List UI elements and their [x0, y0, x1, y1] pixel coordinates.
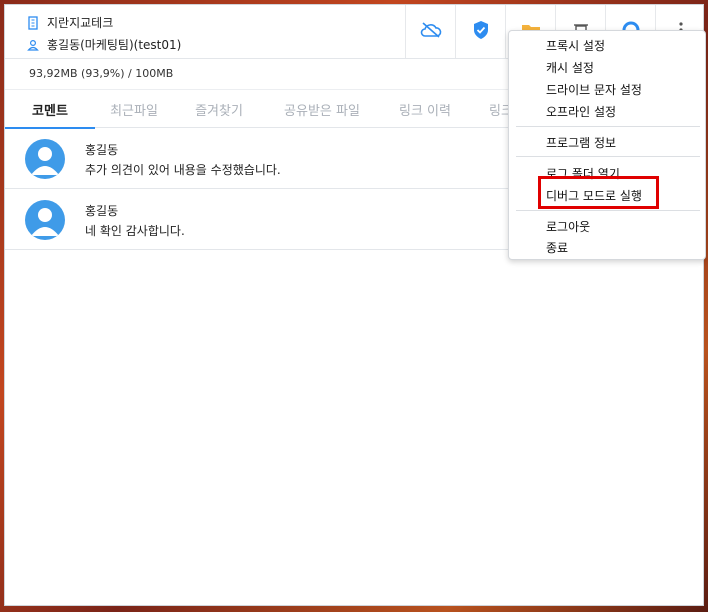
tab-recent-files[interactable]: 최근파일: [95, 90, 173, 128]
menu-separator: [516, 210, 700, 211]
menu-item-proxy-settings[interactable]: 프록시 설정: [546, 37, 605, 54]
comment-author: 홍길동: [85, 204, 119, 218]
cloud-off-icon: [420, 22, 442, 41]
security-button[interactable]: [455, 5, 505, 58]
user-name: 홍길동(마케팅팀)(test01): [47, 38, 182, 52]
menu-item-offline-settings[interactable]: 오프라인 설정: [546, 103, 616, 120]
menu-item-drive-letter-settings[interactable]: 드라이브 문자 설정: [546, 81, 642, 98]
more-menu: 프록시 설정 캐시 설정 드라이브 문자 설정 오프라인 설정 프로그램 정보 …: [508, 30, 706, 260]
company-name: 지란지교테크: [47, 16, 114, 30]
user-line: 홍길동(마케팅팀)(test01): [27, 36, 181, 53]
debug-mode-highlight: [538, 176, 659, 209]
user-icon: [27, 38, 39, 52]
comment-author: 홍길동: [85, 143, 119, 157]
menu-item-cache-settings[interactable]: 캐시 설정: [546, 59, 594, 76]
avatar: [25, 200, 65, 240]
tab-link-history[interactable]: 링크 이력: [379, 90, 471, 128]
comment-text: 추가 의견이 있어 내용을 수정했습니다.: [85, 163, 281, 177]
menu-item-program-info[interactable]: 프로그램 정보: [546, 134, 616, 151]
cloud-off-button[interactable]: [405, 5, 455, 58]
comment-text: 네 확인 감사합니다.: [85, 224, 185, 238]
storage-usage: 93,92MB (93,9%) / 100MB: [29, 67, 174, 80]
tab-shared-files[interactable]: 공유받은 파일: [265, 90, 379, 128]
tab-favorites[interactable]: 즐겨찾기: [173, 90, 265, 128]
company-line: 지란지교테크: [27, 14, 113, 31]
building-icon: [27, 15, 39, 30]
shield-check-icon: [472, 20, 490, 43]
tab-comments[interactable]: 코멘트: [5, 90, 95, 129]
menu-item-exit[interactable]: 종료: [546, 239, 568, 256]
avatar: [25, 139, 65, 179]
menu-separator: [516, 126, 700, 127]
menu-item-logout[interactable]: 로그아웃: [546, 218, 590, 235]
menu-separator: [516, 156, 700, 157]
